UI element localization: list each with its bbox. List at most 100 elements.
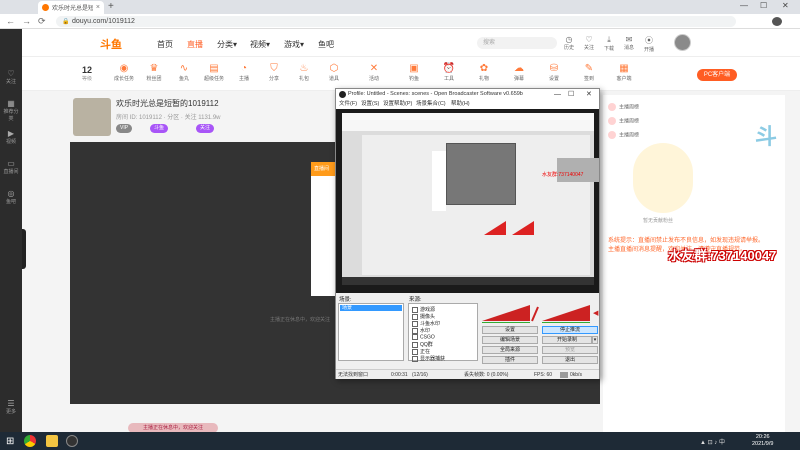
windows-start-icon[interactable]: ⊞ (6, 436, 14, 447)
scene-item[interactable]: 场景 (340, 305, 402, 311)
obs-start-record-button[interactable]: 开始录制 (542, 336, 592, 344)
sidebar-collapse-handle[interactable] (22, 229, 26, 269)
window-close-button[interactable]: ✕ (782, 1, 789, 10)
sidebar-item-categories[interactable]: ▦ 推荐分类 (3, 99, 19, 122)
window-minimize-button[interactable]: — (740, 1, 748, 10)
sidebar-item-video[interactable]: ▶ 视频 (3, 129, 19, 145)
follow-badge[interactable]: 关注 (196, 124, 215, 133)
douyu-logo[interactable]: 斗鱼 (100, 36, 122, 52)
window-maximize-button[interactable]: ☐ (760, 1, 767, 10)
mascot-image (633, 143, 693, 213)
pc-client-button[interactable]: PC客户端 (697, 69, 737, 81)
source-item[interactable]: 斗鱼水印 (412, 320, 440, 327)
nav-home[interactable]: 首页 (157, 39, 173, 50)
follow-button[interactable]: ♡ 关注 (582, 35, 596, 51)
source-item[interactable]: 游戏源 (412, 306, 435, 313)
obs-maximize-button[interactable]: ☐ (568, 89, 574, 100)
toolbar-item-client[interactable]: ▦ 客户端 (612, 63, 636, 82)
rank-item[interactable]: 主播周榜 (608, 103, 639, 111)
room-toolbar: 12 等级 ◉ 成长任务 ♛ 粉丝团 ∿ 鱼丸 ▤ 超级任务 ◔ 主播 ⛉ 分享 ♨ 礼包 ⬡ 道… (22, 57, 800, 91)
toolbar-item-activity[interactable]: ✕ 活动 (362, 63, 386, 82)
toolbar-item-fishing[interactable]: ▣ 钓鱼 (402, 63, 426, 82)
system-tray[interactable]: ▲ ⊡ ♪ 中 (700, 437, 725, 446)
toolbar-item-checkin[interactable]: ✎ 签到 (577, 63, 601, 82)
douyu-badge[interactable]: 斗鱼 (150, 124, 169, 133)
menu-settings[interactable]: 设置(S) (361, 100, 379, 109)
toolbar-item-gifts[interactable]: ✿ 礼物 (472, 63, 496, 82)
vip-badge[interactable]: VIP (116, 124, 133, 133)
toolbar-item-props[interactable]: ⬡ 道具 (322, 63, 346, 82)
toolbar-item-fishball[interactable]: ∿ 鱼丸 (172, 63, 196, 82)
address-input[interactable]: douyu.com/1019112 (56, 16, 736, 27)
sidebar-item-rooms[interactable]: ▭ 直播间 (3, 159, 19, 175)
source-item[interactable]: CSGO (412, 334, 435, 340)
nav-games[interactable]: 游戏▾ (284, 39, 304, 50)
reload-icon[interactable]: ⟳ (38, 16, 46, 27)
toolbar-item-tools[interactable]: ⏰ 工具 (437, 63, 461, 82)
scenes-list[interactable]: 场景 (338, 303, 404, 361)
new-tab-button[interactable]: + (108, 1, 114, 12)
preview-screen: 水友群:737140047 (342, 113, 599, 285)
taskbar-clock[interactable]: 20:26 2021/9/9 (752, 434, 773, 448)
rank-item[interactable]: 主播周榜 (608, 131, 639, 139)
preview-taskbar (342, 277, 594, 285)
sidebar-item-more[interactable]: ☰ 更多 (3, 399, 19, 415)
rank-item[interactable]: 主播周榜 (608, 117, 639, 125)
download-button[interactable]: ⤓ 下载 (602, 35, 616, 52)
forward-icon[interactable]: → (22, 16, 31, 26)
browser-tab[interactable]: 欢乐时光总是短暂的1019112 × (38, 1, 104, 14)
download-icon: ⤓ (607, 35, 611, 44)
obs-edit-scene-button[interactable]: 编辑场景 (482, 336, 538, 344)
obs-preview-button[interactable]: 预览 (542, 346, 598, 354)
obs-close-button[interactable]: ✕ (586, 89, 592, 100)
obs-icon[interactable] (66, 435, 78, 447)
menu-help[interactable]: 帮助(H) (451, 100, 470, 109)
tab-close-icon[interactable]: × (96, 4, 100, 11)
grid-icon: ▦ (7, 99, 15, 108)
sidebar-item-follow[interactable]: ♡ 关注 (3, 69, 19, 85)
obs-stop-stream-button[interactable]: 停止推流 (542, 326, 598, 334)
source-item[interactable]: 显示器捕获 (412, 355, 445, 362)
obs-plugins-button[interactable]: 插件 (482, 356, 538, 364)
source-item[interactable]: QQ群 (412, 341, 433, 348)
obs-preview[interactable]: 水友群:737140047 (336, 109, 599, 293)
toolbar-item-fans[interactable]: ♛ 粉丝团 (142, 63, 166, 82)
obs-minimize-button[interactable]: — (554, 89, 561, 100)
folder-icon[interactable] (46, 435, 58, 447)
toolbar-item-gift-pack[interactable]: ♨ 礼包 (292, 63, 316, 82)
message-button[interactable]: ✉ 消息 (622, 35, 636, 51)
menu-file[interactable]: 文件(F) (339, 100, 357, 109)
toolbar-item-settings[interactable]: ⛁ 设置 (542, 63, 566, 82)
tv-icon: ▭ (7, 159, 15, 168)
broadcast-button[interactable]: ⦿ 开播 (642, 35, 656, 53)
nav-video[interactable]: 视频▾ (250, 39, 270, 50)
menu-scene-collection[interactable]: 场景集合(C) (416, 100, 446, 109)
toolbar-item-anchor[interactable]: ◔ 主播 (232, 63, 256, 82)
streamer-avatar[interactable] (73, 98, 111, 136)
toolbar-item-super-task[interactable]: ▤ 超级任务 (202, 63, 226, 82)
toolbar-item-danmu[interactable]: ☁ 弹幕 (507, 63, 531, 82)
search-input[interactable]: 搜索 (477, 37, 557, 49)
source-item[interactable]: 水印 (412, 327, 430, 334)
profile-avatar[interactable] (772, 17, 782, 26)
record-dropdown-icon[interactable]: ▾ (592, 336, 598, 344)
obs-exit-button[interactable]: 退出 (542, 356, 598, 364)
toolbar-item-share[interactable]: ⛉ 分享 (262, 63, 286, 82)
source-item[interactable]: 摄像头 (412, 313, 435, 320)
user-avatar[interactable] (674, 34, 691, 51)
back-icon[interactable]: ← (6, 16, 15, 26)
audio-mixer[interactable]: ◀ (480, 301, 600, 323)
sidebar-item-yuba[interactable]: ◎ 鱼吧 (3, 189, 19, 205)
history-button[interactable]: ◷ 历史 (562, 35, 576, 51)
source-item[interactable]: 正在 (412, 348, 430, 355)
sources-list[interactable]: 游戏源 摄像头 斗鱼水印 水印 CSGO QQ群 正在 显示器捕获 (408, 303, 478, 362)
toolbar-item-growth[interactable]: ◉ 成长任务 (112, 63, 136, 82)
obs-global-sources-button[interactable]: 全局来源 (482, 346, 538, 354)
obs-settings-button[interactable]: 设置 (482, 326, 538, 334)
nav-yuba[interactable]: 鱼吧 (318, 39, 334, 50)
nav-categories[interactable]: 分类▾ (217, 39, 237, 50)
nav-live[interactable]: 直播 (187, 39, 203, 50)
menu-settings-help[interactable]: 设置帮助(P) (383, 100, 412, 109)
chrome-icon[interactable] (24, 435, 36, 447)
obs-menubar: 文件(F) 设置(S) 设置帮助(P) 场景集合(C) 帮助(H) (336, 100, 599, 109)
